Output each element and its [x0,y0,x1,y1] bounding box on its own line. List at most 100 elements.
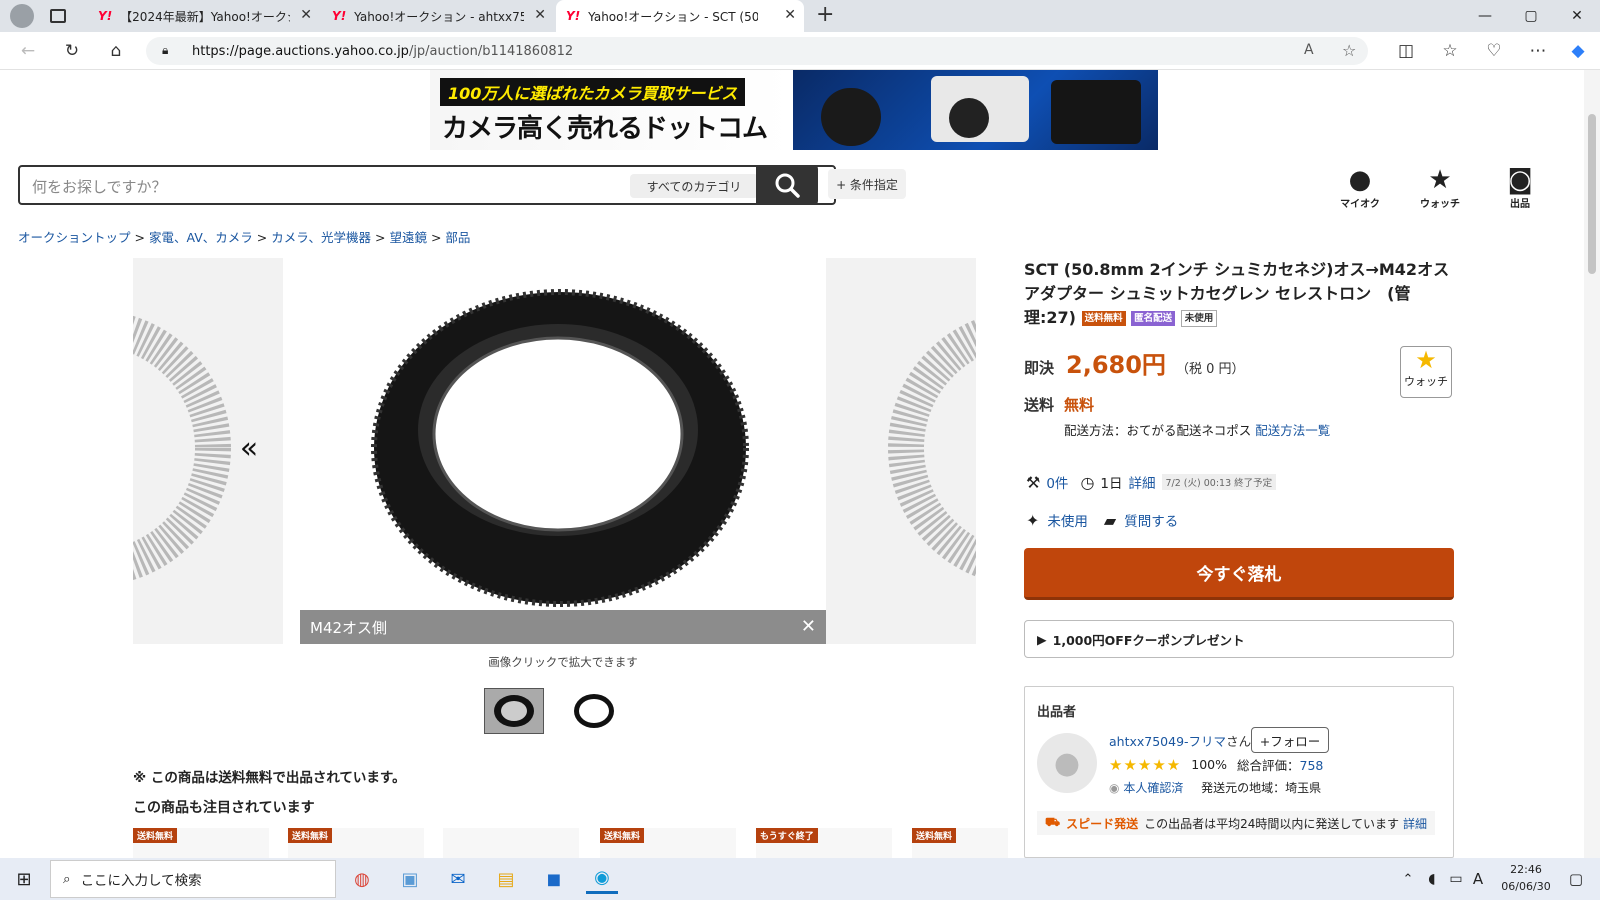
windows-start-icon[interactable]: ⊞ [8,864,40,894]
related-item[interactable]: 送料無料 [600,828,736,858]
related-item[interactable]: 送料無料 [133,828,269,858]
split-screen-icon[interactable]: ◫ [1392,38,1420,64]
myauction-button[interactable]: ● マイオク [1330,165,1390,210]
read-aloud-icon[interactable]: A [1304,42,1314,58]
refresh-icon[interactable]: ↻ [58,38,86,64]
sell-button[interactable]: ◙ 出品 [1490,165,1550,210]
question-link[interactable]: 質問する [1124,510,1178,530]
breadcrumb: オークショントップ > 家電、AV、カメラ > カメラ、光学機器 > 望遠鏡 >… [18,230,471,245]
taskbar-clock[interactable]: 22:46 06/06/30 [1496,861,1556,895]
breadcrumb-link[interactable]: 家電、AV、カメラ [149,230,253,245]
search-button[interactable] [756,165,818,205]
breadcrumb-link[interactable]: オークショントップ [18,230,131,245]
coupon-toggle[interactable]: ▶ 1,000円OFFクーポンプレゼント [1024,620,1454,658]
explorer-app-icon[interactable]: ▣ [394,864,426,894]
condition-button[interactable]: + 条件指定 [828,169,906,199]
avatar[interactable]: ● [1037,733,1097,793]
breadcrumb-link[interactable]: 望遠鏡 [389,230,427,245]
back-icon[interactable]: ← [14,38,42,64]
buy-now-button[interactable]: 今すぐ落札 [1024,548,1454,600]
thumbnail-ring-image [494,695,534,727]
gavel-icon: ⚒ [1026,472,1041,492]
store-icon[interactable]: ◼ [538,864,570,894]
breadcrumb-link[interactable]: 部品 [445,230,470,245]
free-shipping-badge: 送料無料 [1081,311,1126,326]
new-tab-button[interactable]: + [816,2,834,27]
file-explorer-icon[interactable]: ▤ [490,864,522,894]
watch-star-icon: ★ [1415,346,1437,374]
related-item[interactable]: 送料無料 [912,828,1008,858]
condition-link[interactable]: 未使用 [1047,510,1088,530]
speed-detail-link[interactable]: 詳細 [1403,815,1427,832]
url-field[interactable]: 🔒︎ https://page.auctions.yahoo.co.jp/jp/… [146,37,1368,65]
tab-actions-icon[interactable] [50,9,66,23]
windows-taskbar: ⊞ ⌕ ここに入力して検索 ◍ ▣ ✉ ▤ ◼ ◉ ⌃ ◖ ▭ A 22:46 … [0,858,1600,900]
minimize-button[interactable]: — [1462,0,1508,32]
ad-camera-lens-image [949,98,989,138]
search-icon: ⌕ [63,871,71,887]
tax-value: （税 0 円） [1175,362,1245,377]
bid-count-link[interactable]: 0件 [1046,472,1068,492]
anonymous-shipping-badge: 匿名配送 [1131,311,1176,326]
main-product-image[interactable] [300,258,826,644]
user-silhouette-icon: ● [1053,745,1081,781]
tab-3-active[interactable]: Y! Yahoo!オークション - SCT (50.8mm ✕ [556,0,804,32]
thumbnail-2[interactable] [564,688,624,734]
seller-name: ahtxx75049-フリマさん [1109,734,1252,749]
scrollbar-thumb[interactable] [1588,114,1596,274]
tab-1[interactable]: Y! 【2024年最新】Yahoo!オークション -l ✕ [88,0,320,32]
more-icon[interactable]: ⋯ [1524,38,1552,64]
taskbar-search-input[interactable]: ⌕ ここに入力して検索 [50,860,336,898]
shipping-methods-link[interactable]: 配送方法一覧 [1255,423,1330,438]
tab-close-icon[interactable]: ✕ [534,7,546,23]
prev-arrow-icon[interactable]: « [229,418,269,478]
truck-icon: ⛟ [1045,815,1061,829]
yahoo-favicon-icon: Y! [98,9,113,23]
related-item[interactable]: もうすぐ終了 [756,828,892,858]
condition-row: ✦ 未使用 ▰ 質問する [1026,510,1178,531]
breadcrumb-link[interactable]: カメラ、光学機器 [271,230,371,245]
rating-stars-icon: ★★★★★ [1109,755,1182,774]
maximize-button[interactable]: ▢ [1508,0,1554,32]
address-bar-row: ← ↻ ⌂ 🔒︎ https://page.auctions.yahoo.co.… [0,32,1600,70]
ad-banner[interactable]: 100万人に選ばれたカメラ買取サービス カメラ高く売れるドットコム [430,70,1158,150]
ad-text-panel: 100万人に選ばれたカメラ買取サービス カメラ高く売れるドットコム [430,70,793,150]
copilot-icon[interactable]: ◆ [1564,38,1592,64]
tab-close-icon[interactable]: ✕ [300,7,312,23]
time-detail-link[interactable]: 詳細 [1129,472,1156,492]
extensions-icon[interactable]: ♡ [1480,38,1508,64]
profile-icon[interactable] [10,4,34,28]
watch-list-button[interactable]: ★ ウォッチ [1410,165,1470,210]
unused-badge: 未使用 [1180,310,1218,327]
related-item[interactable]: 送料無料 [288,828,424,858]
follow-button[interactable]: +フォロー [1251,727,1329,753]
total-rating-link[interactable]: 758 [1300,758,1324,773]
tab-2[interactable]: Y! Yahoo!オークション - ahtxx75049さん ✕ [322,0,554,32]
favorite-star-icon[interactable]: ☆ [1342,41,1356,60]
next-image-preview[interactable] [826,258,976,644]
search-input[interactable]: 何をお探しですか？ すべてのカテゴリ [18,165,836,205]
verified-link[interactable]: 本人確認済 [1123,781,1183,795]
shipping-row: 送料 無料 [1024,396,1095,414]
bid-info-row: ⚒ 0件 ◷ 1日 詳細 7/2 (火) 00:13 終了予定 [1026,472,1277,492]
lock-icon[interactable]: 🔒︎ [162,43,168,58]
yahoo-favicon-icon: Y! [566,9,581,23]
search-icon [775,173,800,198]
category-select[interactable]: すべてのカテゴリ [630,174,758,198]
watch-button[interactable]: ★ ウォッチ [1400,346,1452,398]
thumbnail-1[interactable] [484,688,544,734]
notification-icon[interactable]: ▢ [1560,864,1592,894]
edge-icon[interactable]: ◉ [586,864,618,894]
chrome-icon[interactable]: ◍ [346,864,378,894]
related-item[interactable] [443,828,579,858]
home-icon[interactable]: ⌂ [102,38,130,64]
tab-close-icon[interactable]: ✕ [784,7,796,23]
ime-indicator[interactable]: A [1462,864,1494,894]
caption-close-icon[interactable]: ✕ [801,616,816,637]
outlook-icon[interactable]: ✉ [442,864,474,894]
close-window-button[interactable]: ✕ [1554,0,1600,32]
favorites-icon[interactable]: ☆ [1436,38,1464,64]
seller-name-link[interactable]: ahtxx75049-フリマ [1109,734,1226,749]
image-caption: M42オス側 ✕ [300,610,826,644]
verified-row: ◉ 本人確認済 発送元の地域：埼玉県 [1109,781,1322,795]
